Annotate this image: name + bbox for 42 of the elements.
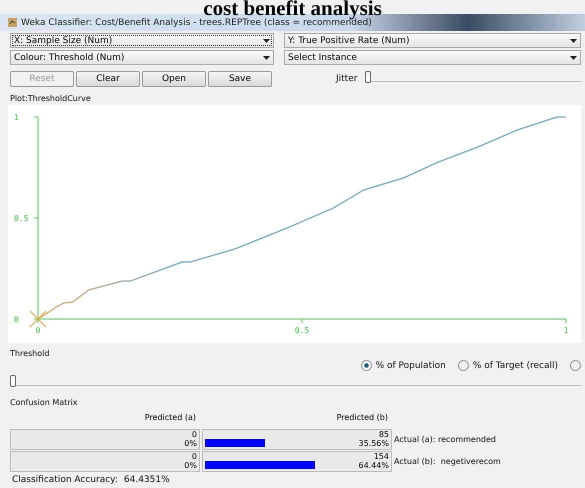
caret-icon	[570, 56, 577, 60]
page-heading: cost benefit analysis	[203, 0, 383, 19]
radio-button[interactable]	[360, 360, 372, 371]
axis-dropdown[interactable]: Select Instance	[284, 50, 581, 65]
matrix-cell: 0 0%	[10, 451, 200, 472]
matrix-cell: 85 35.56%	[202, 429, 392, 450]
axis-dropdown[interactable]: Y: True Positive Rate (Num)	[284, 33, 581, 48]
jitter-slider[interactable]	[365, 71, 372, 83]
threshold-slider[interactable]	[10, 375, 16, 387]
x-tick-label: 1	[564, 326, 568, 335]
row-label: Actual (b): negetiverecom	[394, 457, 502, 466]
radio-label: % of Target (recall)	[472, 360, 558, 370]
radio-button[interactable]	[570, 360, 581, 371]
y-tick-label: 0.5	[14, 214, 28, 223]
column-header: Predicted (b)	[336, 412, 389, 424]
selected-point-icon	[30, 310, 46, 328]
window-title: Weka Classifier: Cost/Benefit Analysis - trees.REPTree (class = recommended)	[21, 18, 372, 28]
x-tick-label: 0.5	[294, 326, 310, 335]
x-tick-label: 0	[36, 326, 40, 335]
confusion-title: Confusion Matrix	[9, 397, 79, 409]
radio-button[interactable]	[458, 360, 469, 371]
accuracy-value: 64.4351%	[124, 475, 170, 485]
caret-icon	[263, 56, 270, 60]
column-header: Predicted (a)	[144, 412, 197, 424]
row-label: Actual (a): recommended	[394, 435, 497, 444]
toolbar-button[interactable]: Open	[142, 70, 206, 86]
app-icon	[8, 18, 17, 27]
accuracy-label: Classification Accuracy:	[12, 475, 118, 485]
axis-dropdown[interactable]: Colour: Threshold (Num)	[10, 50, 274, 65]
threshold-title: Threshold	[9, 348, 50, 360]
caret-icon	[263, 38, 270, 42]
matrix-cell: 154 64.44%	[202, 451, 392, 472]
caret-icon	[570, 38, 577, 42]
axis-dropdown[interactable]: X: Sample Size (Num)	[10, 33, 274, 48]
toolbar-button[interactable]: Save	[208, 70, 272, 86]
jitter-label: Jitter	[336, 74, 358, 84]
radio-label: % of Population	[376, 360, 446, 370]
plot-title: Plot:ThresholdCurve	[9, 93, 92, 105]
toolbar-button[interactable]: Clear	[76, 70, 140, 86]
matrix-cell: 0 0%	[10, 429, 200, 450]
y-tick-label: 1	[14, 113, 19, 122]
y-tick-label: 0	[14, 315, 19, 324]
